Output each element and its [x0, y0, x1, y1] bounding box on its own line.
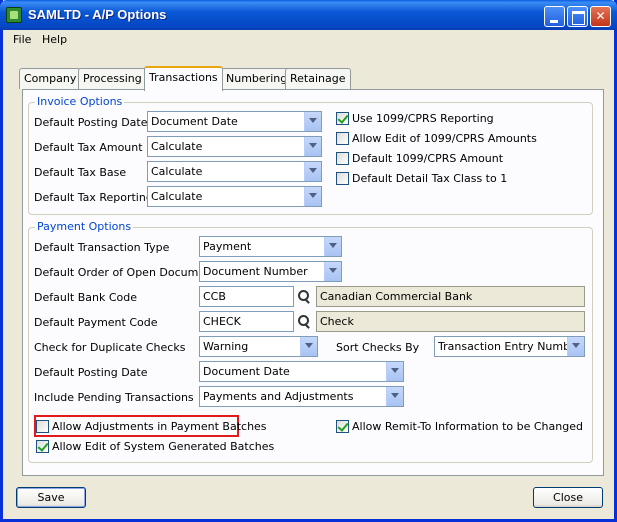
allow-adjustments-label: Allow Adjustments in Payment Batches: [52, 420, 267, 433]
transaction-type-label: Default Transaction Type: [34, 241, 170, 254]
app-icon: [6, 7, 22, 23]
pay-posting-date-select[interactable]: Document Date: [199, 361, 404, 382]
save-button[interactable]: Save: [16, 487, 86, 508]
sort-checks-value: Transaction Entry Number: [438, 340, 582, 353]
tax-amount-label: Default Tax Amount: [34, 141, 143, 154]
chevron-down-icon[interactable]: [304, 137, 321, 156]
duplicate-checks-value: Warning: [203, 340, 249, 353]
invoice-options-title: Invoice Options: [35, 95, 125, 108]
chevron-down-icon[interactable]: [324, 262, 341, 281]
tax-base-select[interactable]: Calculate: [147, 161, 322, 182]
chevron-down-icon[interactable]: [304, 112, 321, 131]
bank-code-label: Default Bank Code: [34, 291, 137, 304]
bank-description: Canadian Commercial Bank: [316, 286, 585, 307]
allow-remit-to-checkbox[interactable]: [336, 420, 349, 433]
maximize-button[interactable]: [567, 6, 588, 27]
default-1099-amount-checkbox[interactable]: [336, 152, 349, 165]
chevron-down-icon[interactable]: [324, 237, 341, 256]
pending-transactions-select[interactable]: Payments and Adjustments: [199, 386, 404, 407]
duplicate-checks-label: Check for Duplicate Checks: [34, 341, 186, 354]
bank-code-value: CCB: [203, 290, 226, 303]
tab-processing[interactable]: Processing: [78, 68, 147, 89]
window-title: SAMLTD - A/P Options: [28, 7, 167, 22]
use-1099-label: Use 1099/CPRS Reporting: [352, 112, 494, 125]
close-button[interactable]: Close: [533, 487, 603, 508]
inv-posting-date-select[interactable]: Document Date: [147, 111, 322, 132]
search-icon[interactable]: [295, 313, 313, 331]
duplicate-checks-select[interactable]: Warning: [199, 336, 318, 357]
default-1099-amount-label: Default 1099/CPRS Amount: [352, 152, 504, 165]
tax-reporting-value: Calculate: [151, 190, 203, 203]
default-detail-tax-checkbox[interactable]: [336, 172, 349, 185]
allow-edit-1099-checkbox[interactable]: [336, 132, 349, 145]
chevron-down-icon[interactable]: [567, 337, 584, 356]
search-icon[interactable]: [295, 288, 313, 306]
inv-posting-date-label: Default Posting Date: [34, 116, 148, 129]
tax-reporting-select[interactable]: Calculate: [147, 186, 322, 207]
bank-description-value: Canadian Commercial Bank: [320, 290, 473, 303]
default-detail-tax-label: Default Detail Tax Class to 1: [352, 172, 508, 185]
allow-edit-generated-checkbox[interactable]: [36, 440, 49, 453]
pay-posting-date-value: Document Date: [203, 365, 290, 378]
close-window-button[interactable]: ✕: [590, 6, 611, 27]
chevron-down-icon[interactable]: [386, 362, 403, 381]
tab-transactions[interactable]: Transactions: [144, 66, 223, 91]
menu-help[interactable]: Help: [42, 33, 67, 46]
tab-retainage[interactable]: Retainage: [285, 68, 351, 89]
tax-amount-value: Calculate: [151, 140, 203, 153]
payment-description-value: Check: [320, 315, 354, 328]
chevron-down-icon[interactable]: [386, 387, 403, 406]
allow-remit-to-label: Allow Remit-To Information to be Changed: [352, 420, 583, 433]
tax-base-label: Default Tax Base: [34, 166, 127, 179]
menu-file[interactable]: File: [13, 33, 31, 46]
payment-options-title: Payment Options: [35, 220, 134, 233]
inv-posting-date-value: Document Date: [151, 115, 238, 128]
payment-code-value: CHECK: [203, 315, 241, 328]
order-open-docs-label: Default Order of Open Documents: [34, 266, 223, 279]
chevron-down-icon[interactable]: [304, 162, 321, 181]
payment-code-label: Default Payment Code: [34, 316, 158, 329]
bank-code-input[interactable]: CCB: [199, 286, 294, 307]
tax-base-value: Calculate: [151, 165, 203, 178]
pending-transactions-value: Payments and Adjustments: [203, 390, 354, 403]
tab-numbering[interactable]: Numbering: [221, 68, 293, 89]
minimize-button[interactable]: [544, 6, 565, 27]
use-1099-checkbox[interactable]: [336, 112, 349, 125]
pay-posting-date-label: Default Posting Date: [34, 366, 148, 379]
allow-edit-generated-label: Allow Edit of System Generated Batches: [52, 440, 275, 453]
sort-checks-select[interactable]: Transaction Entry Number: [434, 336, 585, 357]
transaction-type-value: Payment: [203, 240, 252, 253]
close-icon: ✕: [595, 9, 606, 23]
tax-amount-select[interactable]: Calculate: [147, 136, 322, 157]
allow-adjustments-checkbox[interactable]: [36, 420, 49, 433]
order-open-docs-value: Document Number: [203, 265, 308, 278]
payment-description: Check: [316, 311, 585, 332]
payment-code-input[interactable]: CHECK: [199, 311, 294, 332]
order-open-docs-select[interactable]: Document Number: [199, 261, 342, 282]
sort-checks-label: Sort Checks By: [336, 341, 420, 354]
title-bar[interactable]: SAMLTD - A/P Options ✕: [0, 0, 617, 30]
tab-company[interactable]: Company: [19, 68, 82, 89]
allow-edit-1099-label: Allow Edit of 1099/CPRS Amounts: [352, 132, 537, 145]
pending-transactions-label: Include Pending Transactions: [34, 391, 194, 404]
chevron-down-icon[interactable]: [300, 337, 317, 356]
app-window: SAMLTD - A/P Options ✕ File Help Company…: [0, 0, 617, 522]
tax-reporting-label: Default Tax Reporting: [34, 191, 153, 204]
chevron-down-icon[interactable]: [304, 187, 321, 206]
transaction-type-select[interactable]: Payment: [199, 236, 342, 257]
